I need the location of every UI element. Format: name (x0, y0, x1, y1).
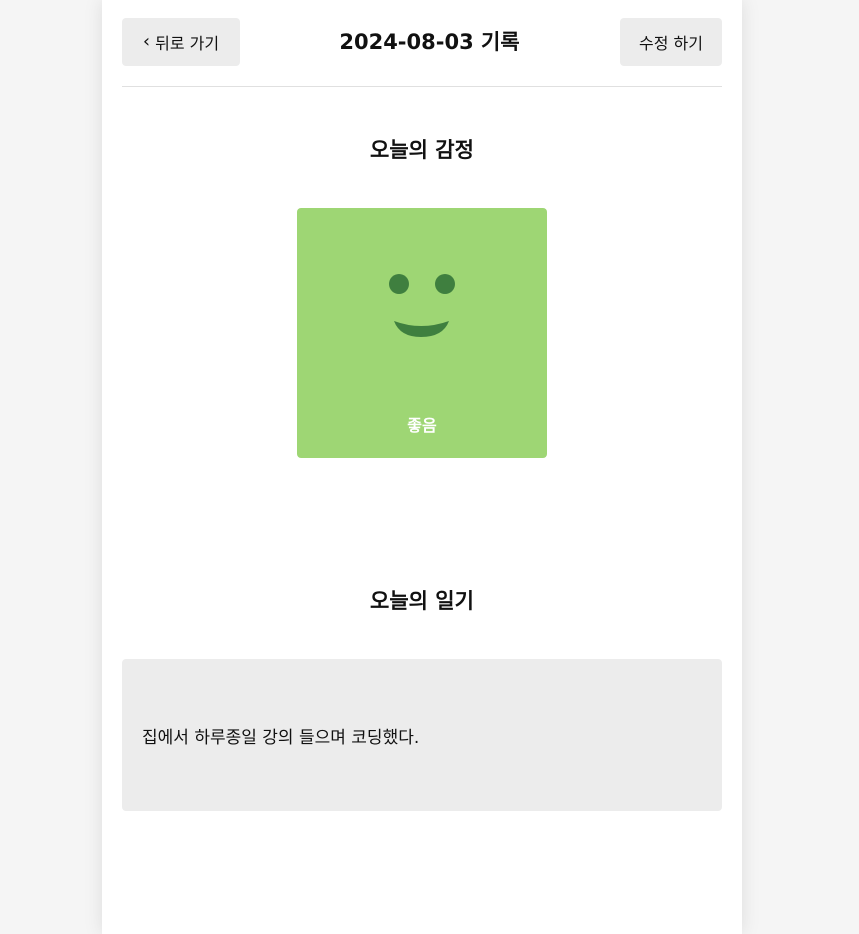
diary-detail-page: ‹ 뒤로 가기 2024-08-03 기록 수정 하기 오늘의 감정 좋음 오늘… (102, 0, 742, 934)
left-eye (389, 274, 409, 294)
right-eye (435, 274, 455, 294)
chevron-left-icon: ‹ (142, 31, 151, 52)
diary-content: 집에서 하루종일 강의 들으며 코딩했다. (142, 727, 420, 748)
edit-button-label: 수정 하기 (639, 34, 703, 53)
back-button-label: 뒤로 가기 (155, 34, 220, 53)
diary-section-title: 오늘의 일기 (370, 589, 474, 613)
edit-button[interactable]: 수정 하기 (620, 18, 722, 66)
page-title: 2024-08-03 기록 (339, 30, 520, 54)
emotion-section-title: 오늘의 감정 (370, 138, 474, 162)
header: ‹ 뒤로 가기 2024-08-03 기록 수정 하기 (122, 18, 722, 66)
back-button[interactable]: ‹ 뒤로 가기 (122, 18, 240, 66)
emotion-card: 좋음 (297, 208, 547, 458)
emotion-label: 좋음 (407, 416, 437, 435)
header-divider (122, 86, 722, 87)
diary-content-box: 집에서 하루종일 강의 들으며 코딩했다. (122, 659, 722, 811)
mouth (394, 321, 449, 337)
